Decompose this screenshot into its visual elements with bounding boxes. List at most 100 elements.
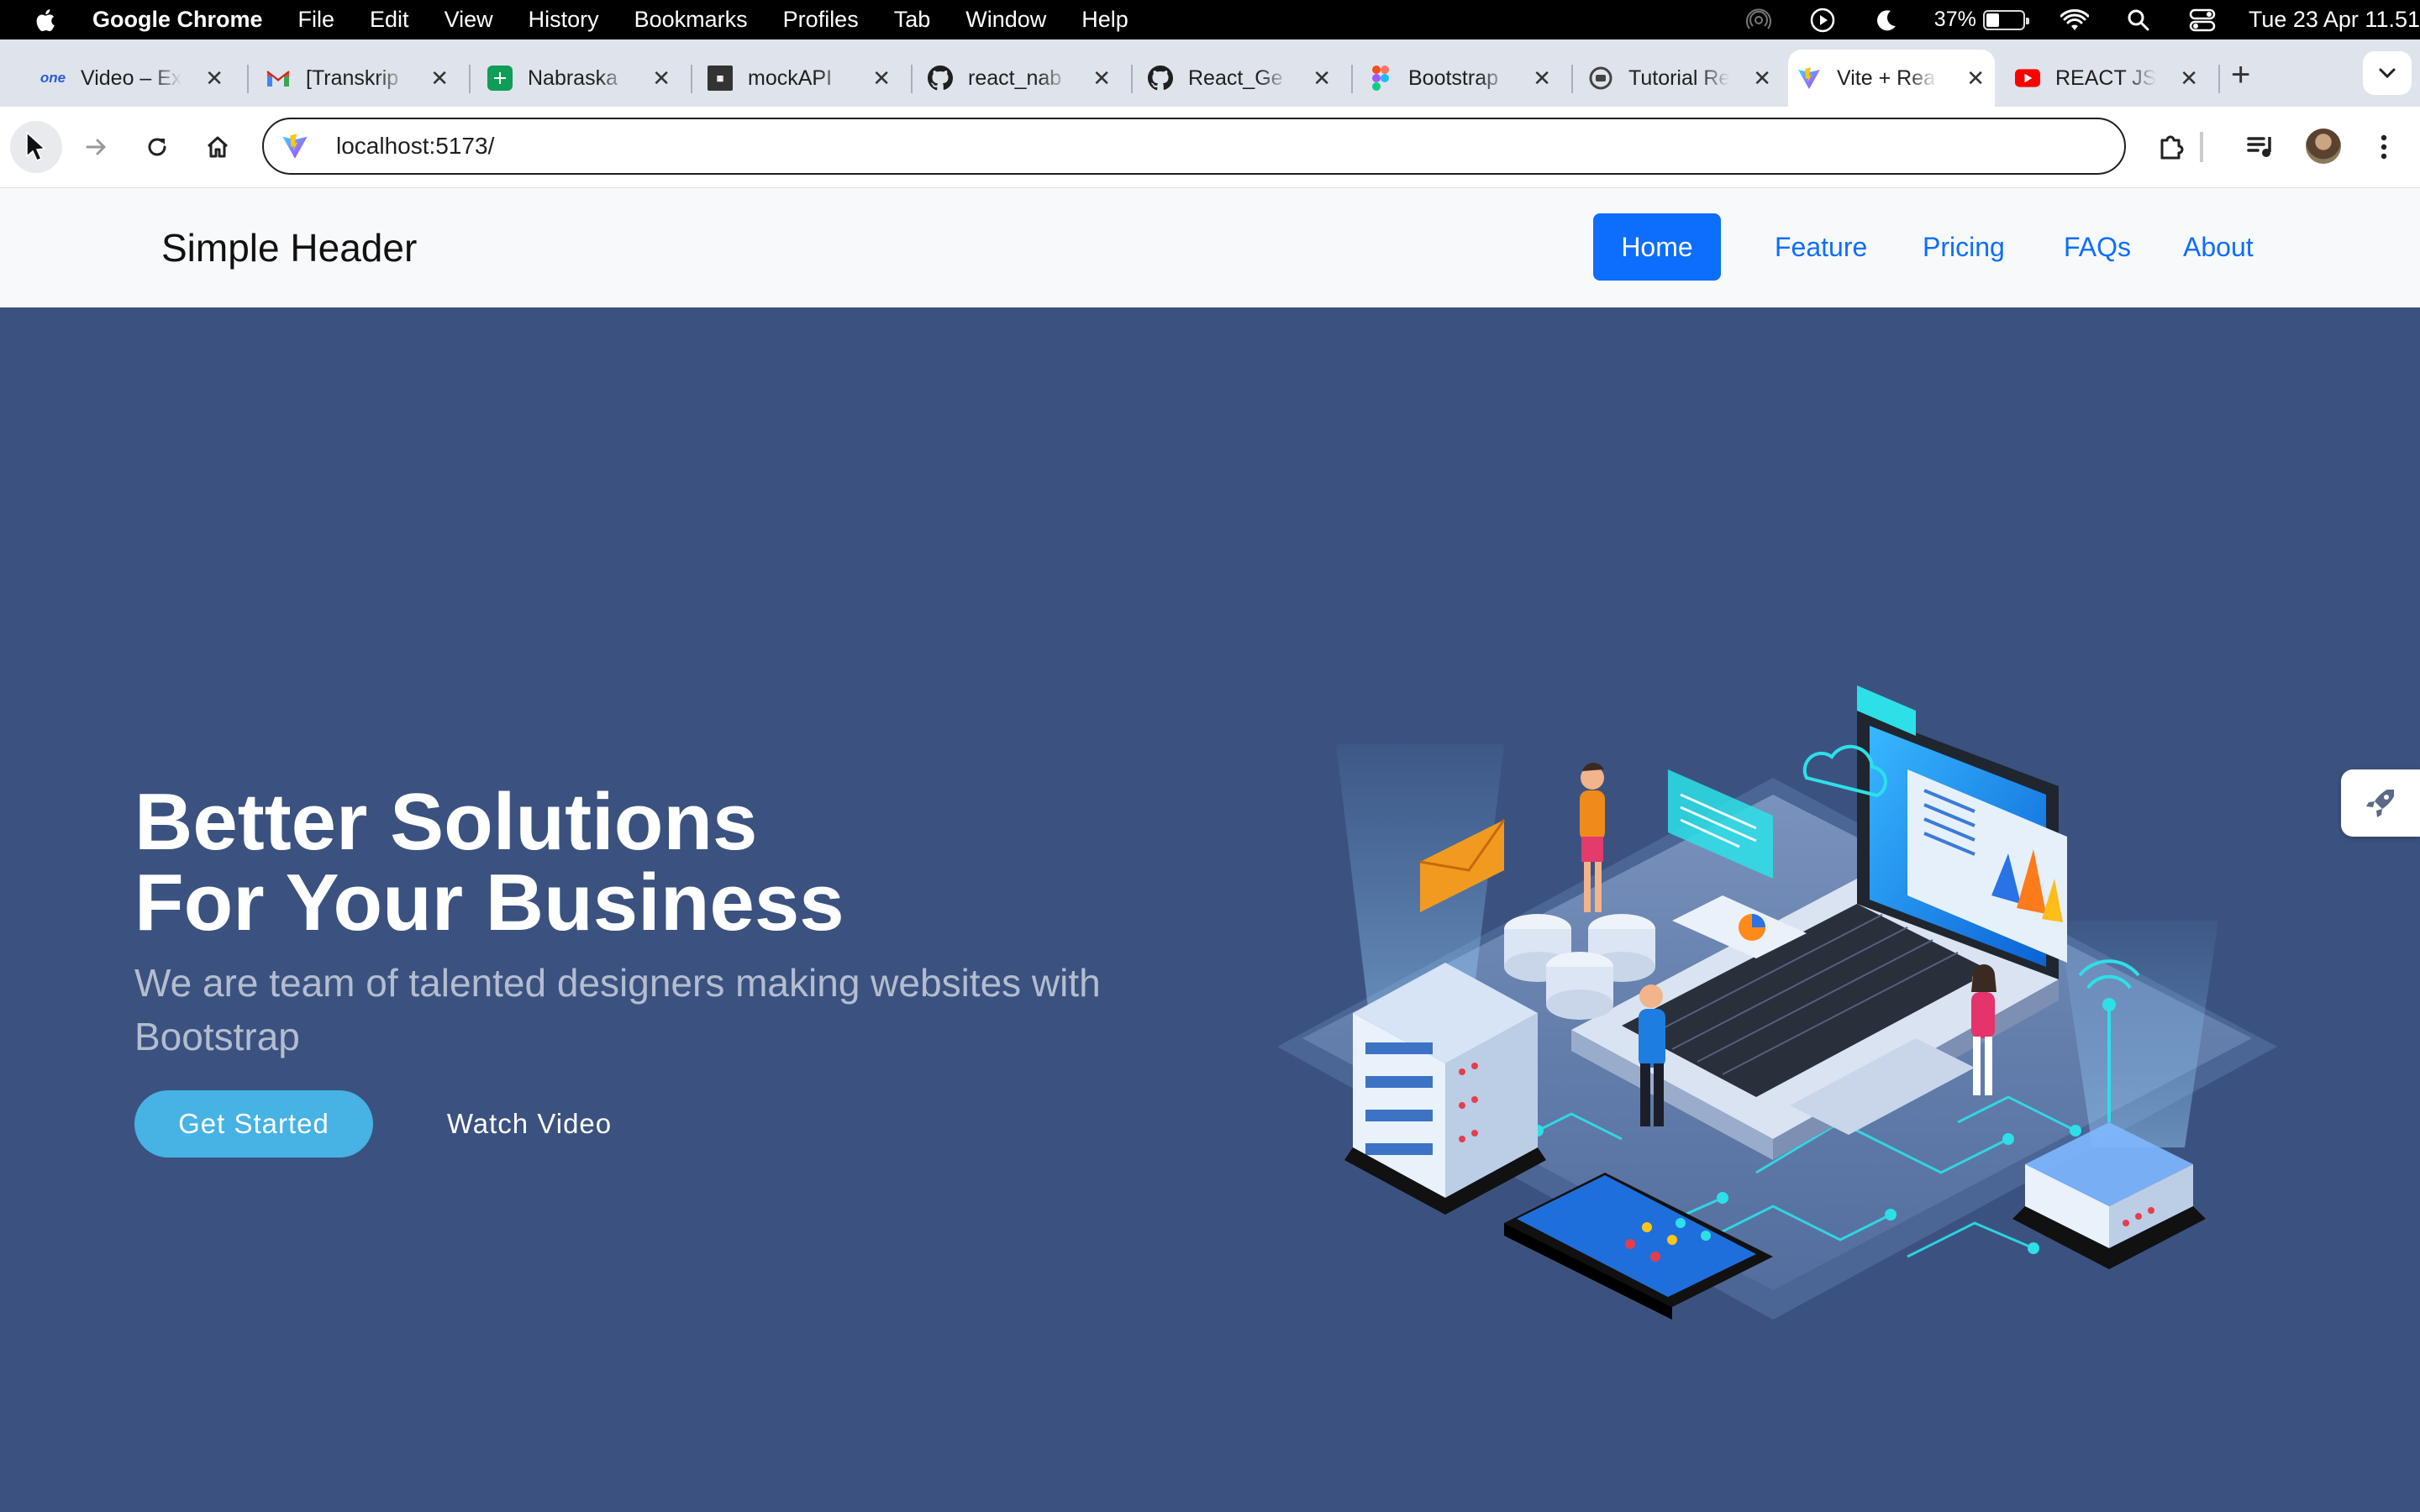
back-button-icon[interactable] (10, 121, 62, 173)
tab-title: Bootstrap (1408, 66, 1499, 90)
menu-profiles[interactable]: Profiles (783, 7, 859, 33)
github-icon (1148, 66, 1173, 91)
focus-moon-icon[interactable] (1872, 6, 1901, 34)
apple-logo-icon[interactable] (32, 5, 60, 35)
browser-tab[interactable]: one Video – Ex ✕ (32, 50, 234, 107)
close-tab-icon[interactable]: ✕ (430, 66, 449, 92)
github-icon (928, 66, 953, 91)
close-tab-icon[interactable]: ✕ (1313, 66, 1331, 92)
tab-search-chevron-icon[interactable] (2363, 51, 2412, 95)
tab-title: REACT JS (2055, 66, 2156, 90)
rocket-widget-icon[interactable] (2341, 769, 2420, 837)
menubar-app-name[interactable]: Google Chrome (92, 7, 263, 33)
play-circle-icon[interactable] (1808, 6, 1837, 34)
vite-icon (1797, 66, 1822, 91)
menu-window[interactable]: Window (965, 7, 1046, 33)
close-tab-icon[interactable]: ✕ (1092, 66, 1111, 92)
macos-menu-bar: Google Chrome File Edit View History Boo… (0, 0, 2420, 39)
spotlight-search-icon[interactable] (2124, 6, 2153, 34)
forward-arrow-icon[interactable] (71, 121, 123, 173)
browser-tab-strip: one Video – Ex ✕ [Transkrip ✕ Nabraska ✕… (0, 39, 2420, 107)
more-options-icon[interactable] (2358, 121, 2410, 173)
sheets-icon (487, 66, 513, 91)
tab-title: [Transkrip (306, 66, 399, 90)
tab-separator (691, 65, 692, 93)
tab-title: Vite + Rea (1837, 66, 1935, 90)
home-icon[interactable] (192, 121, 244, 173)
menu-edit[interactable]: Edit (370, 7, 409, 33)
vite-site-icon[interactable] (281, 132, 309, 160)
browser-tab[interactable]: ▦ mockAPI ✕ (699, 50, 901, 107)
tab-separator (1351, 65, 1353, 93)
browser-tab[interactable]: Tutorial Re ✕ (1580, 50, 1781, 107)
extensions-puzzle-icon[interactable] (2146, 121, 2198, 173)
tutorial-icon (1588, 66, 1613, 91)
new-tab-plus-icon[interactable]: + (2231, 56, 2250, 94)
tab-separator (469, 65, 471, 93)
browser-tab[interactable]: Bootstrap ✕ (1360, 50, 1561, 107)
nav-home[interactable]: Home (1593, 213, 1721, 281)
nav-feature[interactable]: Feature (1748, 213, 1894, 281)
nav-pricing[interactable]: Pricing (1896, 213, 2032, 281)
tab-separator (2218, 65, 2220, 93)
hero-subtitle: We are team of talented designers making… (134, 961, 1101, 1058)
hero-title: Better Solutions For Your Business (134, 782, 1059, 943)
browser-tab[interactable]: React_Ge ✕ (1139, 50, 1341, 107)
nav-faqs[interactable]: FAQs (2037, 213, 2158, 281)
figma-icon (1368, 66, 1393, 91)
tab-separator (1571, 65, 1573, 93)
browser-tab[interactable]: [Transkrip ✕ (257, 50, 459, 107)
media-queue-icon[interactable] (2235, 121, 2287, 173)
gmail-icon (266, 66, 291, 91)
close-tab-icon[interactable]: ✕ (1966, 66, 1985, 92)
browser-toolbar (0, 107, 2420, 188)
site-brand[interactable]: Simple Header (161, 225, 417, 270)
tab-title: mockAPI (748, 66, 833, 90)
profile-avatar[interactable] (2306, 129, 2341, 164)
browser-tab[interactable]: react_nab ✕ (919, 50, 1121, 107)
menu-tab[interactable]: Tab (894, 7, 931, 33)
tab-separator (911, 65, 913, 93)
menu-help[interactable]: Help (1081, 7, 1128, 33)
watch-video-button[interactable]: Watch Video (420, 1090, 639, 1158)
close-tab-icon[interactable]: ✕ (2180, 66, 2198, 92)
tab-title: Tutorial Re (1628, 66, 1729, 90)
youtube-icon (2015, 66, 2040, 91)
control-center-icon[interactable] (2188, 6, 2217, 34)
menu-file[interactable]: File (298, 7, 335, 33)
battery-percent: 37% (1933, 8, 1976, 31)
battery-icon[interactable] (1982, 9, 2029, 30)
tab-title: Video – Ex (81, 66, 182, 90)
get-started-button[interactable]: Get Started (134, 1090, 373, 1158)
one-icon: one (39, 70, 66, 86)
close-tab-icon[interactable]: ✕ (1753, 66, 1771, 92)
close-tab-icon[interactable]: ✕ (652, 66, 671, 92)
reload-icon[interactable] (131, 121, 183, 173)
menubar-status-area: 37% Tue 23 Apr 11.51 (1709, 0, 2420, 39)
tab-title: react_nab (968, 66, 1062, 90)
url-input[interactable] (334, 132, 1934, 160)
browser-tab-active[interactable]: Vite + Rea ✕ (1788, 50, 1995, 107)
wifi-icon[interactable] (2060, 6, 2089, 34)
menu-view[interactable]: View (445, 7, 493, 33)
close-tab-icon[interactable]: ✕ (205, 66, 224, 92)
browser-tab[interactable]: REACT JS ✕ (2007, 50, 2208, 107)
hero-illustration (1277, 685, 2277, 1320)
address-bar[interactable] (262, 118, 2126, 175)
nav-about[interactable]: About (2156, 213, 2281, 281)
hero-section: Better Solutions For Your Business We ar… (0, 307, 2420, 1512)
airdrop-icon[interactable] (1744, 6, 1773, 34)
hero-title-line1: Better Solutions (134, 777, 758, 867)
toolbar-divider (2200, 132, 2203, 162)
close-tab-icon[interactable]: ✕ (872, 66, 891, 92)
hero-title-line2: For Your Business (134, 858, 844, 948)
mockapi-icon: ▦ (708, 66, 733, 91)
close-tab-icon[interactable]: ✕ (1533, 66, 1551, 92)
menu-history[interactable]: History (529, 7, 599, 33)
site-header: Simple Header Home Feature Pricing FAQs … (0, 188, 2420, 307)
menu-bookmarks[interactable]: Bookmarks (634, 7, 748, 33)
menubar-clock[interactable]: Tue 23 Apr 11.51 (2249, 7, 2420, 33)
tab-separator (1131, 65, 1133, 93)
browser-tab[interactable]: Nabraska ✕ (479, 50, 681, 107)
tab-title: Nabraska (528, 66, 618, 90)
